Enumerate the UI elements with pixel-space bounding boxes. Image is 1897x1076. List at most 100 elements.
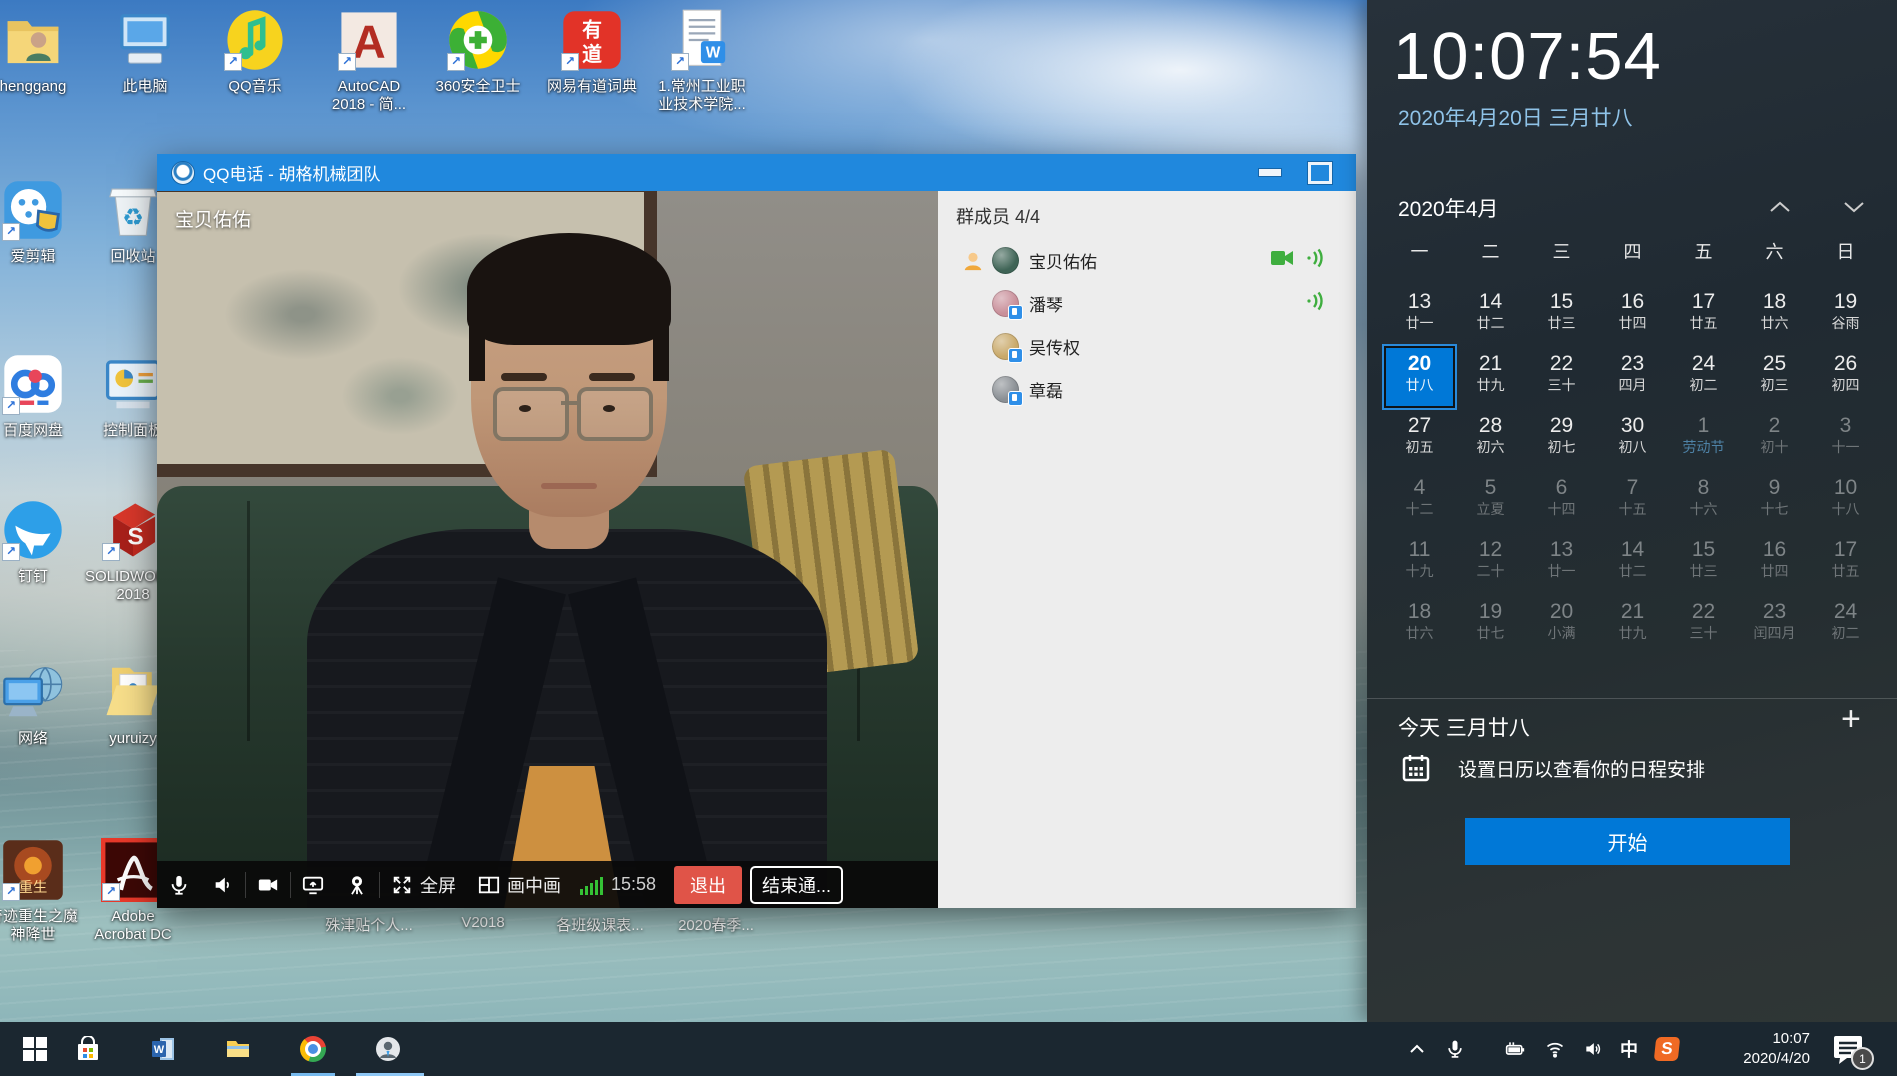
calendar-day[interactable]: 12二十 xyxy=(1455,532,1526,594)
calendar-day[interactable]: 17廿五 xyxy=(1810,532,1881,594)
desktop-icon-aijianji[interactable]: ↗爱剪辑 xyxy=(0,178,81,266)
desktop-icon-label: Adobe Acrobat DC xyxy=(85,908,181,944)
desktop-icon-game[interactable]: 重生↗奇迹重生之魔 神降世 xyxy=(0,838,81,944)
calendar-day[interactable]: 23四月 xyxy=(1597,346,1668,408)
mobile-badge-icon xyxy=(1008,391,1023,406)
volume-icon[interactable] xyxy=(1576,1022,1610,1076)
camera-button[interactable] xyxy=(246,861,290,908)
desktop-icon-youdao[interactable]: 有道↗网易有道词典 xyxy=(544,8,640,96)
calendar-day[interactable]: 8十六 xyxy=(1668,470,1739,532)
start-menu-button[interactable] xyxy=(11,1022,59,1076)
calendar-day[interactable]: 13廿一 xyxy=(1526,532,1597,594)
calendar-day[interactable]: 29初七 xyxy=(1526,408,1597,470)
sogou-icon[interactable]: S xyxy=(1650,1022,1684,1076)
tray-chevron-up-icon[interactable] xyxy=(1400,1022,1434,1076)
chrome-button[interactable] xyxy=(289,1022,337,1076)
desktop-icon-acad[interactable]: A↗AutoCAD 2018 - 简... xyxy=(321,8,417,114)
calendar-day-selected[interactable]: 20廿八 xyxy=(1384,346,1455,408)
chevron-down-icon[interactable] xyxy=(1841,198,1867,216)
desktop-icon-label[interactable]: 殊津贴个人... xyxy=(325,914,413,935)
word-button[interactable]: W xyxy=(139,1022,187,1076)
calendar-day[interactable]: 1劳动节 xyxy=(1668,408,1739,470)
desktop-icon-s360[interactable]: ↗360安全卫士 xyxy=(430,8,526,96)
month-label[interactable]: 2020年4月 xyxy=(1398,193,1498,223)
microphone-button[interactable] xyxy=(157,861,201,908)
calendar-day[interactable]: 21廿九 xyxy=(1455,346,1526,408)
desktop-icon-label[interactable]: 各班级课表... xyxy=(556,914,644,935)
minimize-button[interactable] xyxy=(1258,168,1282,177)
desktop: henggang此电脑↗QQ音乐A↗AutoCAD 2018 - 简...↗36… xyxy=(0,0,1897,1076)
calendar-day[interactable]: 19谷雨 xyxy=(1810,284,1881,346)
calendar-day[interactable]: 5立夏 xyxy=(1455,470,1526,532)
calendar-day[interactable]: 16廿四 xyxy=(1739,532,1810,594)
calendar-day[interactable]: 14廿二 xyxy=(1455,284,1526,346)
member-row[interactable]: 潘琴 xyxy=(938,282,1356,325)
ime-indicator[interactable]: 中 xyxy=(1612,1022,1646,1076)
pip-button[interactable]: 画中画 xyxy=(467,861,572,908)
add-event-button[interactable]: + xyxy=(1841,700,1861,739)
calendar-day[interactable]: 13廿一 xyxy=(1384,284,1455,346)
wifi-icon[interactable] xyxy=(1538,1022,1572,1076)
notification-center-button[interactable]: 1 xyxy=(1832,1034,1866,1064)
calendar-day[interactable]: 21廿九 xyxy=(1597,594,1668,656)
chevron-up-icon[interactable] xyxy=(1767,198,1793,216)
desktop-icon-label[interactable]: V2018 xyxy=(461,914,504,931)
calendar-day[interactable]: 24初二 xyxy=(1668,346,1739,408)
file-explorer-button[interactable] xyxy=(214,1022,262,1076)
calendar-day[interactable]: 3十一 xyxy=(1810,408,1881,470)
maximize-button[interactable] xyxy=(1308,162,1332,184)
desktop-icon-dingding[interactable]: ↗钉钉 xyxy=(0,498,81,586)
desktop-icon-label[interactable]: 2020春季... xyxy=(678,914,754,935)
calendar-day[interactable]: 15廿三 xyxy=(1668,532,1739,594)
calendar-day[interactable]: 6十四 xyxy=(1526,470,1597,532)
calendar-day[interactable]: 20小满 xyxy=(1526,594,1597,656)
calendar-day[interactable]: 26初四 xyxy=(1810,346,1881,408)
end-call-button[interactable]: 结束通... xyxy=(750,866,843,904)
calendar-day[interactable]: 16廿四 xyxy=(1597,284,1668,346)
member-row[interactable]: 章磊 xyxy=(938,368,1356,411)
calendar-day[interactable]: 28初六 xyxy=(1455,408,1526,470)
desktop-icon-network[interactable]: 网络 xyxy=(0,660,81,748)
battery-icon[interactable] xyxy=(1498,1022,1532,1076)
member-row[interactable]: 吴传权 xyxy=(938,325,1356,368)
calendar-day[interactable]: 30初八 xyxy=(1597,408,1668,470)
exit-button[interactable]: 退出 xyxy=(674,866,742,904)
calendar-day[interactable]: 7十五 xyxy=(1597,470,1668,532)
speaker-button[interactable] xyxy=(201,861,245,908)
calendar-day[interactable]: 11十九 xyxy=(1384,532,1455,594)
tray-clock[interactable]: 10:07 2020/4/20 xyxy=(1706,1022,1810,1076)
calendar-day[interactable]: 24初二 xyxy=(1810,594,1881,656)
fullscreen-button[interactable]: 全屏 xyxy=(380,861,467,908)
desktop-icon-folderPerson[interactable]: henggang xyxy=(0,8,81,96)
calendar-day[interactable]: 17廿五 xyxy=(1668,284,1739,346)
screen-share-button[interactable] xyxy=(291,861,335,908)
full-date-label[interactable]: 2020年4月20日 三月廿八 xyxy=(1398,102,1633,132)
calendar-setup-row[interactable]: 设置日历以查看你的日程安排 xyxy=(1400,752,1705,784)
wdoc-icon: W↗ xyxy=(670,8,734,72)
microsoft-store-button[interactable] xyxy=(64,1022,112,1076)
qq-call-taskbar-button[interactable] xyxy=(364,1022,412,1076)
calendar-day[interactable]: 22三十 xyxy=(1668,594,1739,656)
calendar-day[interactable]: 10十八 xyxy=(1810,470,1881,532)
member-row[interactable]: 宝贝佑佑 xyxy=(938,239,1356,282)
calendar-day[interactable]: 2初十 xyxy=(1739,408,1810,470)
calendar-day[interactable]: 4十二 xyxy=(1384,470,1455,532)
calendar-day[interactable]: 18廿六 xyxy=(1739,284,1810,346)
desktop-icon-baidupan[interactable]: ↗百度网盘 xyxy=(0,352,81,440)
desktop-icon-qqmusic[interactable]: ↗QQ音乐 xyxy=(207,8,303,96)
calendar-day[interactable]: 18廿六 xyxy=(1384,594,1455,656)
calendar-day[interactable]: 27初五 xyxy=(1384,408,1455,470)
presentation-button[interactable] xyxy=(335,861,379,908)
calendar-day[interactable]: 15廿三 xyxy=(1526,284,1597,346)
calendar-day[interactable]: 23闰四月 xyxy=(1739,594,1810,656)
calendar-day[interactable]: 25初三 xyxy=(1739,346,1810,408)
calendar-day[interactable]: 19廿七 xyxy=(1455,594,1526,656)
desktop-icon-pc[interactable]: 此电脑 xyxy=(97,8,193,96)
start-button[interactable]: 开始 xyxy=(1465,818,1790,865)
tray-microphone-icon[interactable] xyxy=(1438,1022,1472,1076)
desktop-icon-wdoc[interactable]: W↗1.常州工业职 业技术学院... xyxy=(654,8,750,114)
calendar-day[interactable]: 22三十 xyxy=(1526,346,1597,408)
calendar-day[interactable]: 9十七 xyxy=(1739,470,1810,532)
calendar-day[interactable]: 14廿二 xyxy=(1597,532,1668,594)
today-label[interactable]: 今天 三月廿八 xyxy=(1398,712,1530,742)
